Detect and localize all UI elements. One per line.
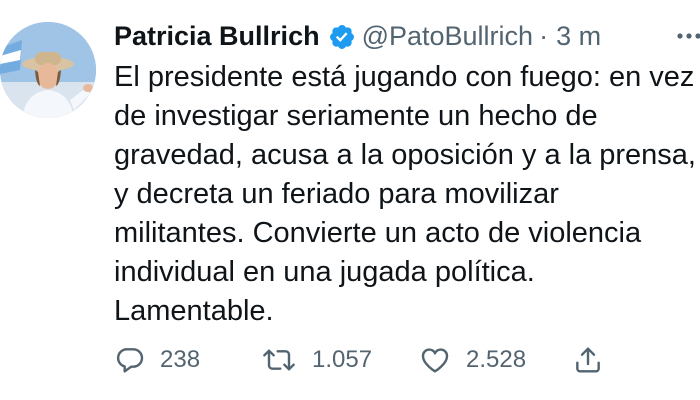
author-handle[interactable]: @PatoBullrich	[362, 16, 533, 56]
separator-dot: ·	[539, 21, 549, 51]
tweet-text-line: individual en una jugada política.	[114, 256, 535, 288]
verified-badge-icon	[328, 22, 356, 50]
retweet-count: 1.057	[312, 346, 373, 373]
share-button[interactable]	[572, 340, 604, 380]
share-icon	[572, 344, 604, 376]
heart-icon	[418, 344, 452, 376]
reply-button[interactable]: 238	[114, 340, 200, 380]
reply-count: 238	[160, 346, 201, 373]
tweet-text-line: gravedad, acusa a la oposición y a la pr…	[114, 139, 696, 171]
more-options-icon[interactable]	[668, 22, 700, 52]
tweet-header: Patricia Bullrich @PatoBullrich · 3 m	[114, 16, 601, 56]
author-name[interactable]: Patricia Bullrich	[114, 16, 320, 56]
like-count: 2.528	[466, 346, 527, 373]
tweet-text: El presidente está jugando con fuego: en…	[114, 58, 700, 331]
tweet-text-line: El presidente está jugando con fuego: en…	[114, 61, 695, 93]
reply-icon	[114, 344, 146, 376]
author-avatar[interactable]	[0, 22, 96, 118]
tweet-text-line: y decreta un feriado para movilizar	[114, 178, 559, 210]
tweet-text-line: militantes. Convierte un acto de violenc…	[114, 217, 642, 249]
tweet-card[interactable]: Patricia Bullrich @PatoBullrich · 3 m El…	[0, 0, 700, 400]
tweet-text-line: de investigar seriamente un hecho de	[114, 100, 598, 132]
like-button[interactable]: 2.528	[418, 340, 526, 380]
retweet-icon	[260, 344, 298, 376]
retweet-button[interactable]: 1.057	[260, 340, 372, 380]
avatar-photo	[0, 22, 96, 118]
tweet-text-line: Lamentable.	[114, 295, 274, 327]
tweet-actions: 238 1.057 2.528	[114, 340, 700, 380]
tweet-timestamp[interactable]: 3 m	[556, 16, 601, 56]
